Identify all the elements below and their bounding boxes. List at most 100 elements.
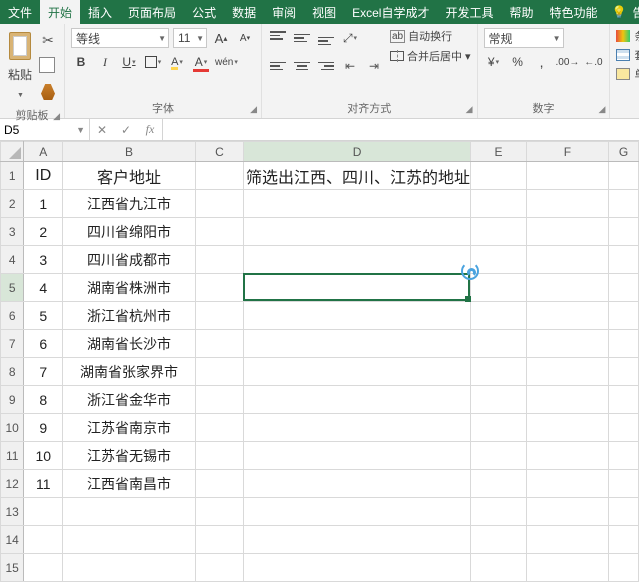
cell-F14[interactable] [526,526,608,554]
select-all-corner[interactable] [1,142,24,162]
cell-F15[interactable] [526,554,608,582]
cell-E13[interactable] [471,498,527,526]
cell-B7[interactable]: 湖南省长沙市 [63,330,196,358]
cell-A4[interactable]: 3 [24,246,63,274]
align-right-button[interactable] [316,56,336,76]
cell-D5[interactable] [244,274,471,302]
cell-B3[interactable]: 四川省绵阳市 [63,218,196,246]
cell-G2[interactable] [609,190,639,218]
row-header-8[interactable]: 8 [1,358,24,386]
cell-B1[interactable]: 客户地址 [63,162,196,190]
row-header-2[interactable]: 2 [1,190,24,218]
cell-G1[interactable] [609,162,639,190]
row-header-14[interactable]: 14 [1,526,24,554]
row-header-1[interactable]: 1 [1,162,24,190]
underline-button[interactable]: U▾ [119,52,139,72]
cell-D11[interactable] [244,442,471,470]
row-header-12[interactable]: 12 [1,470,24,498]
tab-file[interactable]: 文件 [0,0,40,24]
align-middle-button[interactable] [292,28,312,48]
col-header-G[interactable]: G [609,142,639,162]
cell-A15[interactable] [24,554,63,582]
col-header-B[interactable]: B [63,142,196,162]
bold-button[interactable]: B [71,52,91,72]
tab-formulas[interactable]: 公式 [184,0,224,24]
cell-C11[interactable] [195,442,243,470]
percent-format-button[interactable]: % [508,52,528,72]
cell-E14[interactable] [471,526,527,554]
cell-G9[interactable] [609,386,639,414]
conditional-format-button[interactable]: 条件格式▾ [616,28,639,44]
col-header-E[interactable]: E [471,142,527,162]
cell-F9[interactable] [526,386,608,414]
border-button[interactable]: ▾ [143,52,163,72]
cell-G12[interactable] [609,470,639,498]
cell-C4[interactable] [195,246,243,274]
cell-B13[interactable] [63,498,196,526]
cell-G6[interactable] [609,302,639,330]
format-as-table-button[interactable]: 套用表格格式▾ [616,47,639,63]
cell-A7[interactable]: 6 [24,330,63,358]
cancel-formula-button[interactable]: ✕ [90,123,114,137]
orientation-button[interactable]: ⤢▾ [340,28,360,48]
cell-C6[interactable] [195,302,243,330]
copy-button[interactable] [38,56,58,76]
cell-E8[interactable] [471,358,527,386]
tab-selfstudy[interactable]: Excel自学成才 [344,0,437,24]
decrease-indent-button[interactable]: ⇤ [340,56,360,76]
row-header-10[interactable]: 10 [1,414,24,442]
cell-F11[interactable] [526,442,608,470]
cell-C14[interactable] [195,526,243,554]
paste-dropdown[interactable]: ▼ [10,85,30,105]
tell-me-icon[interactable]: 💡 [612,5,627,19]
italic-button[interactable]: I [95,52,115,72]
row-header-9[interactable]: 9 [1,386,24,414]
increase-font-button[interactable]: A▴ [211,28,231,48]
cell-A12[interactable]: 11 [24,470,63,498]
row-header-4[interactable]: 4 [1,246,24,274]
cell-G8[interactable] [609,358,639,386]
row-header-15[interactable]: 15 [1,554,24,582]
cell-D8[interactable] [244,358,471,386]
tab-data[interactable]: 数据 [224,0,264,24]
cell-A2[interactable]: 1 [24,190,63,218]
number-format-dropdown[interactable]: 常规▼ [484,28,564,48]
cell-A14[interactable] [24,526,63,554]
format-painter-button[interactable] [38,82,58,102]
cell-D14[interactable] [244,526,471,554]
increase-decimal-button[interactable]: .00→ [556,52,580,72]
tab-review[interactable]: 审阅 [264,0,304,24]
cell-D13[interactable] [244,498,471,526]
tab-developer[interactable]: 开发工具 [437,0,501,24]
cell-D3[interactable] [244,218,471,246]
cell-A5[interactable]: 4 [24,274,63,302]
phonetic-button[interactable]: wén▾ [215,52,238,72]
tab-special[interactable]: 特色功能 [542,0,606,24]
align-top-button[interactable] [268,28,288,48]
cell-B11[interactable]: 江苏省无锡市 [63,442,196,470]
row-header-11[interactable]: 11 [1,442,24,470]
merge-center-button[interactable]: 合并后居中▾ [390,48,471,64]
worksheet-grid[interactable]: A B C D E F G 1ID客户地址筛选出江西、四川、江苏的地址21江西省… [0,141,639,582]
cell-B12[interactable]: 江西省南昌市 [63,470,196,498]
alignment-dialog-launcher[interactable]: ◢ [466,104,473,115]
cell-G3[interactable] [609,218,639,246]
cell-styles-button[interactable]: 单元格样式▾ [616,66,639,82]
col-header-F[interactable]: F [526,142,608,162]
cell-B2[interactable]: 江西省九江市 [63,190,196,218]
cell-C7[interactable] [195,330,243,358]
cell-A3[interactable]: 2 [24,218,63,246]
wrap-text-button[interactable]: ab自动换行 [390,28,471,44]
cut-button[interactable]: ✂ [38,30,58,50]
cell-C2[interactable] [195,190,243,218]
cell-D7[interactable] [244,330,471,358]
cell-F7[interactable] [526,330,608,358]
cell-A11[interactable]: 10 [24,442,63,470]
cell-F12[interactable] [526,470,608,498]
cell-G7[interactable] [609,330,639,358]
cell-C8[interactable] [195,358,243,386]
cell-E10[interactable] [471,414,527,442]
cell-E6[interactable] [471,302,527,330]
cell-D6[interactable] [244,302,471,330]
tab-page-layout[interactable]: 页面布局 [120,0,184,24]
